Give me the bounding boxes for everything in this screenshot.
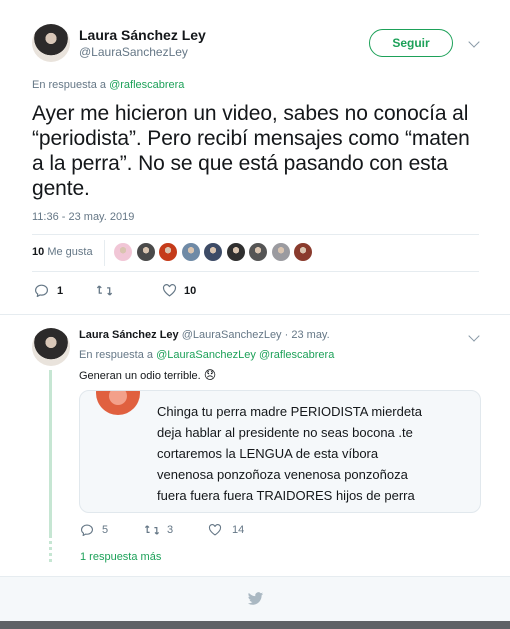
heart-icon — [208, 524, 222, 536]
reply-to-link[interactable]: @raflescabrera — [259, 349, 334, 361]
follow-button[interactable]: Seguir — [369, 29, 453, 57]
liker-avatar[interactable] — [294, 243, 312, 261]
retweet-icon — [96, 285, 113, 296]
quoted-text-line: fuera fuera fuera TRAIDORES hijos de per… — [157, 488, 415, 503]
heart-icon — [162, 284, 177, 297]
likers-divider — [104, 240, 105, 266]
liker-avatar[interactable] — [249, 243, 267, 261]
footer-bar — [0, 576, 510, 621]
liker-avatar[interactable] — [136, 243, 155, 261]
liker-avatar[interactable] — [181, 243, 200, 261]
reply-icon — [80, 524, 94, 536]
liker-avatar[interactable] — [271, 243, 290, 261]
reply-count: 1 — [57, 284, 64, 297]
more-replies-link[interactable]: 1 respuesta más — [80, 551, 161, 563]
likes-summary[interactable]: 10 Me gusta — [32, 246, 93, 258]
retweet-count: 3 — [167, 524, 174, 536]
quoted-text-line: Chinga tu perra madre PERIODISTA mierdet… — [157, 404, 422, 419]
retweet-action[interactable]: 3 — [144, 524, 173, 536]
tweet-text: Ayer me hicieron un video, sabes no cono… — [32, 102, 470, 200]
author-handle[interactable]: @LauraSanchezLey — [79, 45, 188, 59]
reply-date[interactable]: 23 may. — [291, 329, 329, 341]
quoted-text: Chinga tu perra madre PERIODISTA mierdet… — [157, 401, 473, 506]
reply-text: Generan un odio terrible. 😞 — [79, 368, 216, 382]
reply-action[interactable]: 1 — [34, 284, 63, 297]
reply-to-link[interactable]: @raflescabrera — [109, 79, 184, 91]
twitter-bird-icon[interactable] — [247, 592, 264, 606]
reply-author-avatar[interactable] — [32, 328, 70, 366]
thread-line — [49, 370, 52, 538]
liker-avatar[interactable] — [204, 243, 222, 261]
quoted-image[interactable]: Chinga tu perra madre PERIODISTA mierdet… — [79, 390, 481, 513]
liker-avatar[interactable] — [226, 243, 245, 261]
reply-prefix: En respuesta a — [32, 79, 106, 91]
reply-to-link[interactable]: @LauraSanchezLey — [156, 349, 256, 361]
like-action[interactable]: 14 — [208, 524, 244, 536]
like-count: 14 — [232, 524, 245, 536]
divider — [0, 314, 510, 315]
quoted-text-line: deja hablar al presidente no seas bocona… — [157, 425, 413, 440]
thread-dots — [49, 541, 52, 565]
reply-text-body: Generan un odio terrible. — [79, 370, 201, 382]
likes-label: Me gusta — [47, 246, 93, 258]
like-action[interactable]: 10 — [162, 284, 196, 297]
liker-avatar[interactable] — [114, 243, 132, 261]
divider — [32, 234, 479, 235]
reply-author-name[interactable]: Laura Sánchez Ley — [79, 329, 179, 341]
reply-header: Laura Sánchez Ley @LauraSanchezLey · 23 … — [79, 329, 330, 341]
divider — [32, 271, 479, 272]
reply-action[interactable]: 5 — [80, 524, 108, 536]
reply-context: En respuesta a @raflescabrera — [32, 79, 184, 91]
likes-count: 10 — [32, 246, 45, 258]
liker-avatar[interactable] — [159, 243, 177, 261]
quoted-text-line: venenosa ponzoñoza venenosa ponzoñoza — [157, 467, 408, 482]
quoted-text-line: cortaremos la LENGUA de esta víbora — [157, 446, 379, 461]
chevron-down-icon[interactable] — [466, 330, 482, 346]
reply-context: En respuesta a @LauraSanchezLey @raflesc… — [79, 349, 334, 361]
reply-icon — [34, 284, 49, 297]
sad-face-emoji: 😞 — [203, 368, 217, 382]
reply-count: 5 — [102, 524, 109, 536]
chevron-down-icon[interactable] — [466, 36, 482, 52]
reply-author-handle[interactable]: @LauraSanchezLey — [182, 329, 282, 341]
retweet-icon — [144, 525, 160, 535]
author-name[interactable]: Laura Sánchez Ley — [79, 27, 206, 43]
like-count: 10 — [184, 284, 197, 297]
retweet-action[interactable] — [96, 284, 113, 297]
bottom-border — [0, 621, 510, 629]
separator-dot: · — [284, 329, 289, 341]
reply-prefix: En respuesta a — [79, 349, 153, 361]
tweet-timestamp[interactable]: 11:36 - 23 may. 2019 — [32, 211, 134, 223]
author-avatar[interactable] — [32, 24, 70, 62]
